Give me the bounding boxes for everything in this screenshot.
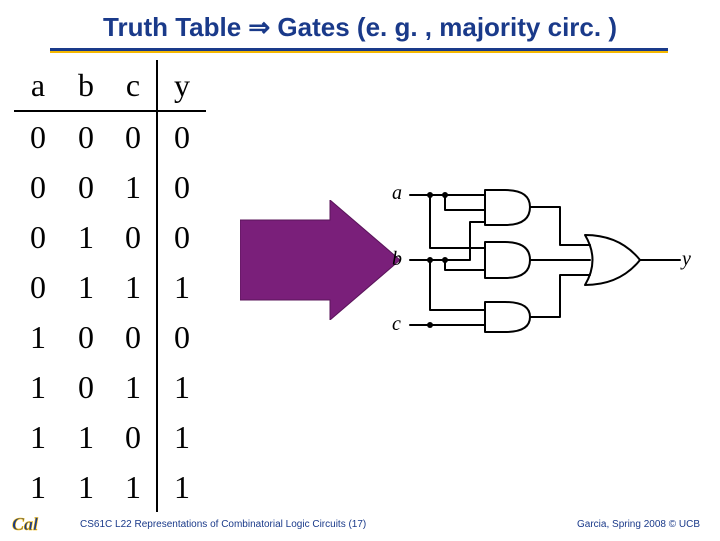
- td: 1: [14, 362, 62, 412]
- td: 0: [14, 162, 62, 212]
- slide-title: Truth Table ⇒ Gates (e. g. , majority ci…: [0, 12, 720, 43]
- td: 0: [158, 212, 206, 262]
- svg-text:Cal: Cal: [12, 514, 38, 534]
- input-label-b: b: [392, 248, 402, 271]
- td: 1: [110, 262, 158, 312]
- input-label-c: c: [392, 313, 401, 336]
- table-row: 0 1 0 0: [14, 212, 206, 262]
- footer-right: Garcia, Spring 2008 © UCB: [577, 519, 700, 530]
- td: 0: [14, 112, 62, 162]
- table-row: 1 0 0 0: [14, 312, 206, 362]
- th-a: a: [14, 60, 62, 110]
- td: 0: [62, 362, 110, 412]
- table-row: 1 1 0 1: [14, 412, 206, 462]
- td: 1: [158, 412, 206, 462]
- td: 1: [14, 412, 62, 462]
- td: 0: [110, 212, 158, 262]
- td: 1: [158, 362, 206, 412]
- td: 1: [62, 212, 110, 262]
- td: 0: [14, 262, 62, 312]
- td: 0: [62, 112, 110, 162]
- table-row: 0 0 0 0: [14, 112, 206, 162]
- footer-left: CS61C L22 Representations of Combinatori…: [80, 519, 366, 530]
- cal-logo-icon: Cal: [10, 512, 70, 536]
- td: 1: [110, 462, 158, 512]
- td: 0: [62, 312, 110, 362]
- table-row: 1 0 1 1: [14, 362, 206, 412]
- td: 1: [158, 262, 206, 312]
- td: 1: [110, 362, 158, 412]
- truth-table: a b c y 0 0 0 0 0 0 1 0 0 1 0 0 0 1 1 1 …: [14, 60, 206, 512]
- td: 1: [62, 412, 110, 462]
- th-b: b: [62, 60, 110, 110]
- td: 0: [158, 312, 206, 362]
- td: 1: [158, 462, 206, 512]
- td: 1: [14, 312, 62, 362]
- table-header-row: a b c y: [14, 60, 206, 112]
- td: 1: [110, 162, 158, 212]
- td: 0: [14, 212, 62, 262]
- td: 1: [14, 462, 62, 512]
- td: 0: [110, 312, 158, 362]
- th-c: c: [110, 60, 158, 110]
- td: 1: [62, 262, 110, 312]
- arrow-icon: [240, 200, 400, 320]
- title-underline: [50, 48, 668, 53]
- td: 0: [110, 412, 158, 462]
- td: 0: [158, 162, 206, 212]
- td: 0: [110, 112, 158, 162]
- th-y: y: [158, 60, 206, 110]
- input-label-a: a: [392, 182, 402, 205]
- td: 0: [158, 112, 206, 162]
- table-row: 1 1 1 1: [14, 462, 206, 512]
- td: 1: [62, 462, 110, 512]
- td: 0: [62, 162, 110, 212]
- circuit-diagram: a b c y: [390, 170, 700, 350]
- table-row: 0 1 1 1: [14, 262, 206, 312]
- table-row: 0 0 1 0: [14, 162, 206, 212]
- output-label-y: y: [682, 248, 691, 271]
